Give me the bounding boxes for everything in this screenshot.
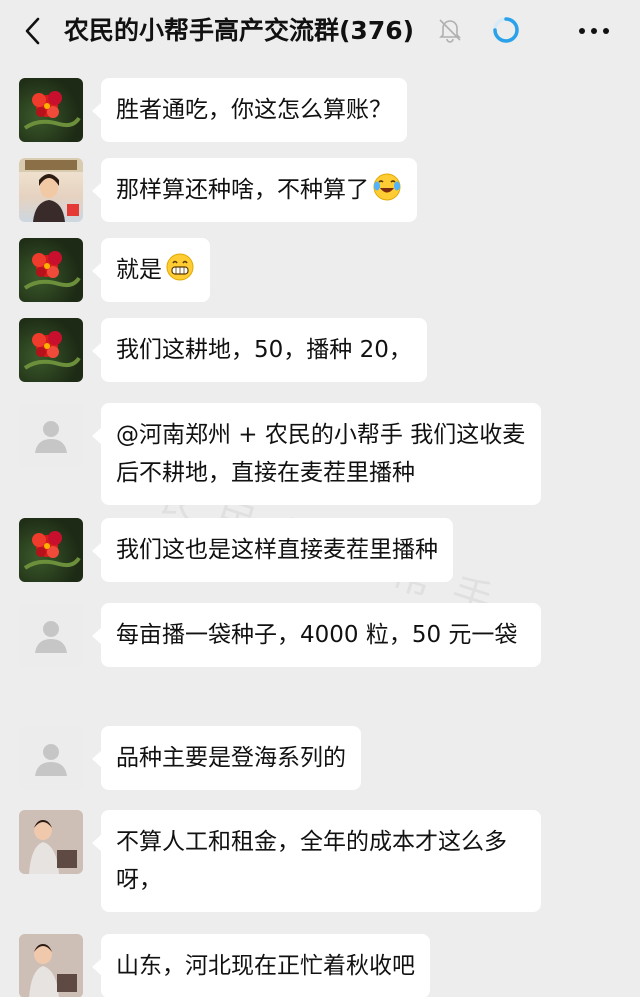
person-icon: [35, 744, 67, 776]
chevron-left-icon: [25, 17, 40, 45]
chat-header: 农民的小帮手高产交流群(376): [0, 0, 640, 62]
flower-avatar[interactable]: [19, 238, 83, 302]
person-icon: [35, 621, 67, 653]
more-horizontal-icon: [579, 28, 609, 34]
message-text: 品种主要是登海系列的: [116, 745, 346, 771]
back-button[interactable]: [18, 14, 48, 48]
message-text: 不算人工和租金，全年的成本才这么多呀，: [116, 829, 507, 893]
message-bubble[interactable]: 品种主要是登海系列的: [92, 726, 361, 790]
message-text: 那样算还种啥，不种算了: [116, 177, 369, 203]
message-text: 就是: [116, 257, 162, 283]
default-avatar[interactable]: [19, 603, 83, 667]
message-text: 胜者通吃，你这怎么算账？: [116, 97, 392, 123]
message-text: 山东，河北现在正忙着秋收吧: [116, 953, 415, 979]
message-bubble[interactable]: 不算人工和租金，全年的成本才这么多呀，: [92, 810, 541, 912]
laugh-cry-emoji: [373, 173, 401, 201]
flower-avatar[interactable]: [19, 78, 83, 142]
more-options-button[interactable]: [574, 14, 614, 48]
person-icon: [35, 421, 67, 453]
child-image: [19, 810, 83, 874]
loading-ring-icon: [493, 17, 519, 43]
flower-image: [23, 251, 81, 290]
message-bubble[interactable]: 胜者通吃，你这怎么算账？: [92, 78, 407, 142]
message-bubble[interactable]: 山东，河北现在正忙着秋收吧: [92, 934, 430, 997]
message-text: @河南郑州 + 农民的小帮手 我们这收麦后不耕地，直接在麦茬里播种: [116, 422, 526, 486]
child-avatar[interactable]: [19, 934, 83, 997]
message-bubble[interactable]: 就是: [92, 238, 210, 302]
mute-indicator: [436, 16, 464, 44]
flower-image: [23, 91, 81, 130]
chat-title: 农民的小帮手高产交流群(376): [64, 16, 415, 45]
woman-avatar[interactable]: [19, 158, 83, 222]
message-bubble[interactable]: 每亩播一袋种子，4000 粒，50 元一袋: [92, 603, 541, 667]
message-bubble[interactable]: 我们这耕地，50，播种 20，: [92, 318, 427, 382]
default-avatar[interactable]: [19, 403, 83, 467]
default-avatar[interactable]: [19, 726, 83, 790]
message-bubble[interactable]: 我们这也是这样直接麦茬里播种: [92, 518, 453, 582]
message-bubble[interactable]: @河南郑州 + 农民的小帮手 我们这收麦后不耕地，直接在麦茬里播种: [92, 403, 541, 505]
flower-avatar[interactable]: [19, 518, 83, 582]
message-text: 每亩播一袋种子，4000 粒，50 元一袋: [116, 622, 518, 648]
grin-emoji: [166, 253, 194, 281]
flower-image: [23, 331, 81, 370]
message-text: 我们这也是这样直接麦茬里播种: [116, 537, 438, 563]
message-bubble[interactable]: 那样算还种啥，不种算了: [92, 158, 417, 222]
loading-indicator: [490, 14, 522, 46]
flower-image: [23, 531, 81, 570]
child-avatar[interactable]: [19, 810, 83, 874]
woman-image: [19, 158, 83, 222]
child-image: [19, 934, 83, 997]
message-text: 我们这耕地，50，播种 20，: [116, 337, 412, 363]
flower-avatar[interactable]: [19, 318, 83, 382]
bell-off-icon: [439, 19, 461, 43]
